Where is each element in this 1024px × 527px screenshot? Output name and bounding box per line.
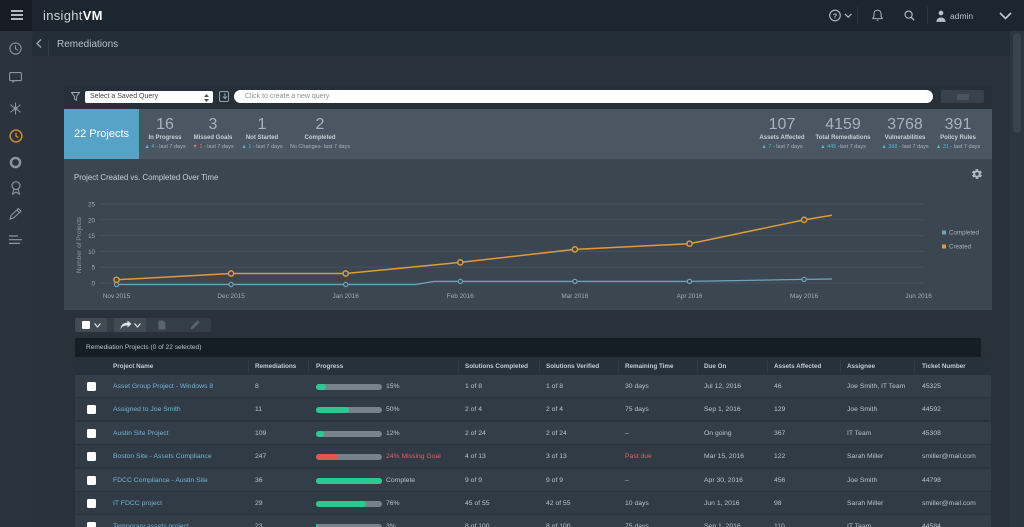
svg-text:Dec 2015: Dec 2015	[217, 293, 245, 300]
svg-text:Jun 2016: Jun 2016	[906, 293, 933, 300]
svg-text:5: 5	[92, 265, 96, 272]
svg-text:Apr 2016: Apr 2016	[677, 293, 703, 300]
svg-text:Completed: Completed	[949, 230, 979, 237]
svg-text:Number of Projects: Number of Projects	[76, 216, 83, 273]
svg-text:Mar 2016: Mar 2016	[561, 293, 588, 300]
svg-text:Nov 2015: Nov 2015	[103, 293, 131, 300]
svg-text:May 2016: May 2016	[790, 293, 819, 300]
svg-text:0: 0	[92, 281, 96, 288]
svg-text:Created: Created	[949, 244, 972, 251]
svg-text:15: 15	[88, 233, 95, 240]
svg-text:25: 25	[88, 202, 95, 209]
svg-text:10: 10	[88, 249, 95, 256]
svg-text:20: 20	[88, 217, 95, 224]
svg-text:?: ?	[833, 11, 838, 20]
svg-text:Jan 2016: Jan 2016	[333, 293, 360, 300]
svg-text:Feb 2016: Feb 2016	[447, 293, 474, 300]
